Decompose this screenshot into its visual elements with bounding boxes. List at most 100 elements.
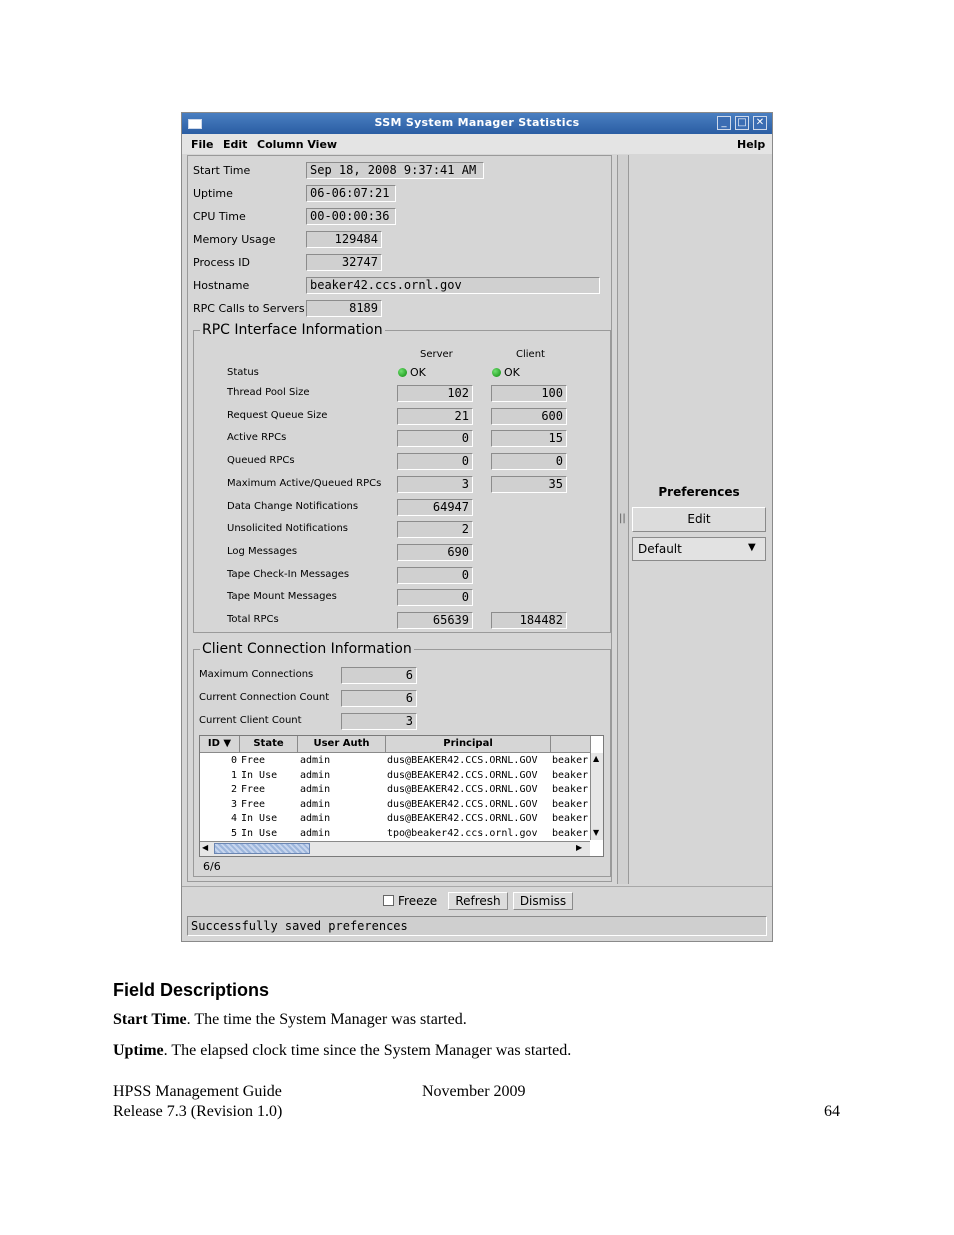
dismiss-button[interactable]: Dismiss — [513, 892, 573, 910]
column-header-state[interactable]: State — [240, 736, 298, 753]
cell-state: In Use — [241, 827, 278, 839]
rpc-row-label: Data Change Notifications — [227, 500, 359, 512]
rpc-row-label: Thread Pool Size — [227, 387, 310, 398]
title-bar[interactable]: SSM System Manager Statistics _ □ ✕ — [182, 113, 772, 134]
stat-value: Sep 18, 2008 9:37:41 AM — [306, 162, 484, 179]
rpc-server-value: 0 — [397, 589, 473, 607]
rpc-client-value: 184482 — [491, 612, 567, 629]
rpc-row-label: Tape Check-In Messages — [227, 568, 350, 580]
table-row[interactable]: 0 Free admin dus@BEAKER42.CCS.ORNL.GOV beake… — [200, 754, 590, 768]
rpc-row-label: Queued RPCs — [227, 455, 295, 467]
rpc-row-label: Log Messages — [227, 545, 298, 557]
rpc-client-value: 35 — [491, 475, 567, 493]
rpc-row-label: Total RPCs — [227, 614, 279, 625]
cell-state: Free — [241, 798, 266, 810]
stat-value: 06-06:07:21 — [306, 185, 396, 202]
connection-stat-value: 6 — [341, 667, 417, 684]
connections-table[interactable]: ID ▼ State User Auth Principal 0 Free admi… — [199, 735, 604, 857]
splitter-grip-icon: || — [619, 513, 626, 524]
cell-id: 4 — [230, 813, 237, 824]
connection-stat-label: Current Client Count — [199, 715, 302, 726]
stat-label: Process ID — [193, 256, 250, 269]
cell-auth: admin — [300, 769, 331, 781]
rpc-client-value: 600 — [491, 407, 567, 425]
preferences-panel: Preferences Edit Default ▼ — [630, 155, 768, 884]
footer-guide-title: HPSS Management Guide — [113, 1083, 282, 1100]
scroll-down-icon[interactable]: ▼ — [593, 828, 599, 837]
stat-label: Memory Usage — [193, 233, 276, 246]
stat-value: 00-00:00:36 — [306, 208, 396, 225]
scroll-left-icon[interactable]: ◀ — [202, 843, 208, 852]
cell-extra: beaker — [552, 827, 589, 839]
horizontal-scrollbar[interactable]: ◀ ▶ — [200, 841, 590, 856]
rpc-client-value: 15 — [491, 430, 567, 448]
button-bar: Freeze Refresh Dismiss — [182, 886, 772, 913]
rpc-server-value: 0 — [397, 566, 473, 584]
rpc-server-value: 0 — [397, 430, 473, 448]
cell-state: In Use — [241, 769, 278, 781]
table-row[interactable]: 4 In Use admin dus@BEAKER42.CCS.ORNL.GOV bea… — [200, 812, 590, 826]
connection-stat-value: 6 — [341, 690, 417, 707]
refresh-button[interactable]: Refresh — [448, 892, 508, 910]
rpc-row-label: Active RPCs — [227, 432, 287, 444]
table-row[interactable]: 2 Free admin dus@BEAKER42.CCS.ORNL.GOV beake… — [200, 783, 590, 797]
cell-principal: dus@BEAKER42.CCS.ORNL.GOV — [387, 813, 538, 824]
preferences-edit-button[interactable]: Edit — [632, 507, 766, 532]
cell-auth: admin — [300, 827, 331, 839]
table-row[interactable]: 5 In Use admin tpo@beaker42.ccs.ornl.gov bea… — [200, 827, 590, 841]
client-column-header: Client — [516, 349, 545, 360]
column-header-principal[interactable]: Principal — [386, 736, 551, 753]
stat-value: 129484 — [306, 231, 382, 248]
cell-id: 0 — [230, 755, 237, 766]
cell-id: 1 — [230, 769, 237, 781]
rpc-server-value: 102 — [397, 385, 473, 402]
minimize-icon[interactable]: _ — [717, 116, 731, 130]
paragraph-start-time: Start Time. The time the System Manager … — [113, 1011, 467, 1029]
client-connection-title: Client Connection Information — [200, 641, 414, 657]
rpc-row-label: Maximum Active/Queued RPCs — [227, 477, 382, 489]
close-icon[interactable]: ✕ — [753, 116, 767, 130]
column-header-extra[interactable] — [551, 736, 591, 753]
cell-id: 5 — [230, 827, 237, 839]
cell-principal: dus@BEAKER42.CCS.ORNL.GOV — [387, 769, 538, 781]
term-uptime: Uptime — [113, 1042, 164, 1059]
stat-label: Uptime — [193, 187, 233, 200]
table-row[interactable]: 3 Free admin dus@BEAKER42.CCS.ORNL.GOV beake… — [200, 798, 590, 812]
paragraph-uptime: Uptime. The elapsed clock time since the… — [113, 1042, 571, 1060]
desc-start-time: . The time the System Manager was starte… — [186, 1011, 467, 1028]
scroll-up-icon[interactable]: ▲ — [593, 754, 599, 763]
menu-help[interactable]: Help — [737, 138, 765, 151]
checkbox-icon[interactable] — [383, 895, 394, 906]
footer-release: Release 7.3 (Revision 1.0) — [113, 1103, 283, 1120]
rpc-server-value: 0 — [397, 453, 473, 471]
stat-label: CPU Time — [193, 210, 246, 223]
rpc-row-label: Unsolicited Notifications — [227, 523, 349, 535]
column-header-id[interactable]: ID ▼ — [200, 736, 240, 753]
menu-edit[interactable]: Edit — [223, 138, 247, 151]
server-column-header: Server — [420, 349, 453, 360]
maximize-icon[interactable]: □ — [735, 116, 749, 130]
cell-principal: dus@BEAKER42.CCS.ORNL.GOV — [387, 784, 538, 795]
window-title: SSM System Manager Statistics — [374, 116, 580, 129]
freeze-checkbox[interactable]: Freeze — [383, 894, 437, 908]
menu-column-view[interactable]: Column View — [257, 138, 337, 151]
cell-extra: beaker — [552, 755, 589, 766]
stat-label: Hostname — [193, 279, 250, 292]
rpc-server-value: 64947 — [397, 498, 473, 516]
cell-principal: dus@BEAKER42.CCS.ORNL.GOV — [387, 755, 538, 766]
column-header-user-auth[interactable]: User Auth — [298, 736, 386, 753]
menu-file[interactable]: File — [191, 138, 214, 151]
horizontal-scroll-thumb[interactable] — [214, 843, 310, 854]
preferences-select[interactable]: Default ▼ — [632, 537, 766, 561]
footer-page-number: 64 — [824, 1103, 840, 1120]
vertical-scrollbar[interactable]: ▲ ▼ — [590, 753, 603, 840]
cell-state: Free — [241, 784, 266, 795]
table-row[interactable]: 1 In Use admin dus@BEAKER42.CCS.ORNL.GOV bea… — [200, 769, 590, 783]
splitter[interactable]: || — [617, 155, 629, 884]
scroll-right-icon[interactable]: ▶ — [576, 843, 582, 852]
stat-label: RPC Calls to Servers — [193, 302, 305, 315]
cell-state: Free — [241, 755, 266, 766]
status-label: Status — [227, 367, 259, 378]
cell-auth: admin — [300, 755, 331, 766]
stat-value: 32747 — [306, 254, 382, 271]
